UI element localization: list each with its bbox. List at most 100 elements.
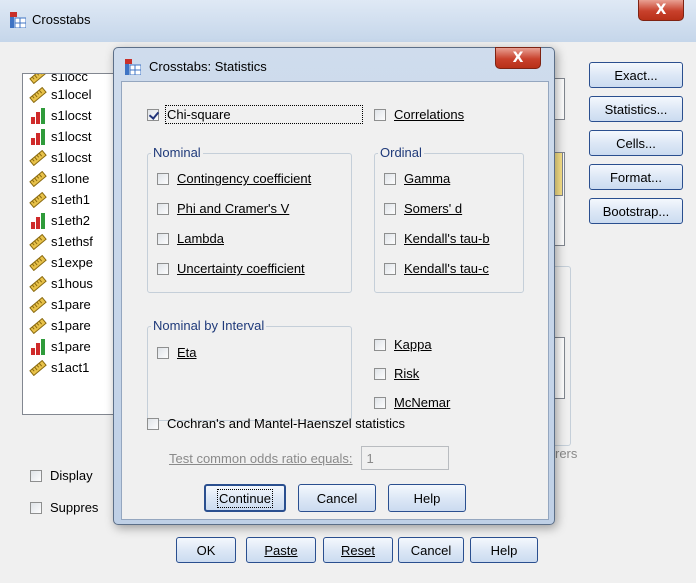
correlations-checkbox[interactable] [374,108,386,121]
variable-list-item[interactable]: s1pare [23,315,123,336]
dialog-cancel-button-label: Cancel [316,490,358,506]
variable-list-item[interactable]: s1locc [23,74,123,84]
variable-list-item[interactable]: s1lone [23,168,123,189]
ordinal-stat-option[interactable]: Gamma [384,171,450,186]
statistics-button[interactable]: Statistics... [589,96,683,122]
nominal-stat-option[interactable]: Uncertainty coefficient [157,261,305,276]
ordinal-legend: Ordinal [378,145,424,160]
nominal-stat-option[interactable]: Contingency coefficient [157,171,311,186]
ordinal-stat-label: Kendall's tau-b [404,231,490,246]
layers-label-fragment: rers [555,446,578,461]
nominal-stat-checkbox[interactable] [157,172,169,185]
format-button[interactable]: Format... [589,164,683,190]
reset-button[interactable]: Reset [323,537,393,563]
variable-list[interactable]: s1locc s1locel s1locst s1locst s1locst s1lone… [22,73,124,415]
continue-button-label: Continue [216,488,274,508]
outer-close-button[interactable]: X [638,0,684,21]
ok-button[interactable]: OK [176,537,236,563]
nominal-legend: Nominal [151,145,203,160]
nominal-stat-label: Contingency coefficient [177,171,312,186]
ordinal-stat-option[interactable]: Kendall's tau-c [384,261,489,276]
ordinal-stat-checkbox[interactable] [384,202,396,215]
variable-list-item[interactable]: s1hous [23,273,123,294]
variable-label: s1locst [51,108,92,123]
exact-button-label: Exact... [614,67,658,83]
variable-list-item[interactable]: s1expe [23,252,123,273]
nominal-by-interval-group [147,326,352,421]
nominal-stat-checkbox[interactable] [157,202,169,215]
variable-list-item[interactable]: s1locel [23,84,123,105]
scale-variable-icon [29,191,47,208]
paste-button[interactable]: Paste [246,537,316,563]
nominal-stat-label: Uncertainty coefficient [177,261,305,276]
suppress-checkbox[interactable] [30,501,42,514]
statistics-button-label: Statistics... [604,101,668,117]
format-button-label: Format... [609,169,662,185]
suppress-option[interactable]: Suppres [30,500,98,515]
cancel-button-label: Cancel [410,542,452,558]
nominal-stat-option[interactable]: Lambda [157,231,224,246]
cochran-checkbox[interactable] [147,417,159,430]
dialog-cancel-button[interactable]: Cancel [298,484,376,512]
eta-option[interactable]: Eta [157,345,197,360]
variable-list-item[interactable]: s1act1 [23,357,123,378]
extra-stat-checkbox[interactable] [374,367,386,380]
chi-square-checkbox[interactable] [147,108,159,121]
extra-stat-option[interactable]: Kappa [374,337,432,352]
ordinal-stat-checkbox[interactable] [384,172,396,185]
variable-list-item[interactable]: s1locst [23,126,123,147]
dialog-app-icon [125,59,141,75]
help-button[interactable]: Help [470,537,538,563]
ordinal-stat-label: Kendall's tau-c [404,261,489,276]
variable-list-item[interactable]: s1eth1 [23,189,123,210]
variable-label: s1ethsf [51,234,93,249]
scale-variable-icon [29,317,47,334]
extra-stat-checkbox[interactable] [374,396,386,409]
variable-label: s1expe [51,255,93,270]
exact-button[interactable]: Exact... [589,62,683,88]
extra-stat-option[interactable]: McNemar [374,395,450,410]
ordinal-stat-option[interactable]: Kendall's tau-b [384,231,490,246]
variable-label: s1pare [51,297,91,312]
nominal-stat-option[interactable]: Phi and Cramer's V [157,201,289,216]
cochran-option[interactable]: Cochran's and Mantel-Haenszel statistics [147,416,405,431]
bootstrap-button-label: Bootstrap... [602,203,670,219]
dialog-close-button[interactable]: X [495,47,541,69]
close-icon: X [655,2,667,18]
dialog-help-button[interactable]: Help [388,484,466,512]
nominal-variable-icon [29,107,47,124]
ordinal-stat-label: Somers' d [404,201,463,216]
dialog-title: Crosstabs: Statistics [149,59,267,74]
chi-square-option[interactable]: Chi-square [147,105,363,124]
nominal-stat-checkbox[interactable] [157,232,169,245]
variable-list-item[interactable]: s1eth2 [23,210,123,231]
correlations-option[interactable]: Correlations [374,107,464,122]
eta-checkbox[interactable] [157,346,169,359]
display-option[interactable]: Display [30,468,93,483]
cancel-button[interactable]: Cancel [398,537,464,563]
variable-list-item[interactable]: s1locst [23,105,123,126]
variable-list-item[interactable]: s1locst [23,147,123,168]
cells-button[interactable]: Cells... [589,130,683,156]
continue-button[interactable]: Continue [204,484,286,512]
variable-list-item[interactable]: s1ethsf [23,231,123,252]
ok-button-label: OK [196,542,216,558]
nominal-stat-label: Lambda [177,231,224,246]
ordinal-stat-option[interactable]: Somers' d [384,201,462,216]
nominal-variable-icon [29,212,47,229]
variable-list-item[interactable]: s1pare [23,294,123,315]
extra-stat-option[interactable]: Risk [374,366,419,381]
variable-label: s1hous [51,276,93,291]
nominal-variable-icon [29,128,47,145]
ordinal-stat-checkbox[interactable] [384,262,396,275]
scale-variable-icon [29,170,47,187]
extra-stat-checkbox[interactable] [374,338,386,351]
ordinal-stat-checkbox[interactable] [384,232,396,245]
variable-label: s1pare [51,339,91,354]
odds-ratio-input[interactable]: 1 [360,446,449,470]
display-checkbox[interactable] [30,469,42,482]
nominal-variable-icon [29,338,47,355]
nominal-stat-checkbox[interactable] [157,262,169,275]
bootstrap-button[interactable]: Bootstrap... [589,198,683,224]
variable-list-item[interactable]: s1pare [23,336,123,357]
